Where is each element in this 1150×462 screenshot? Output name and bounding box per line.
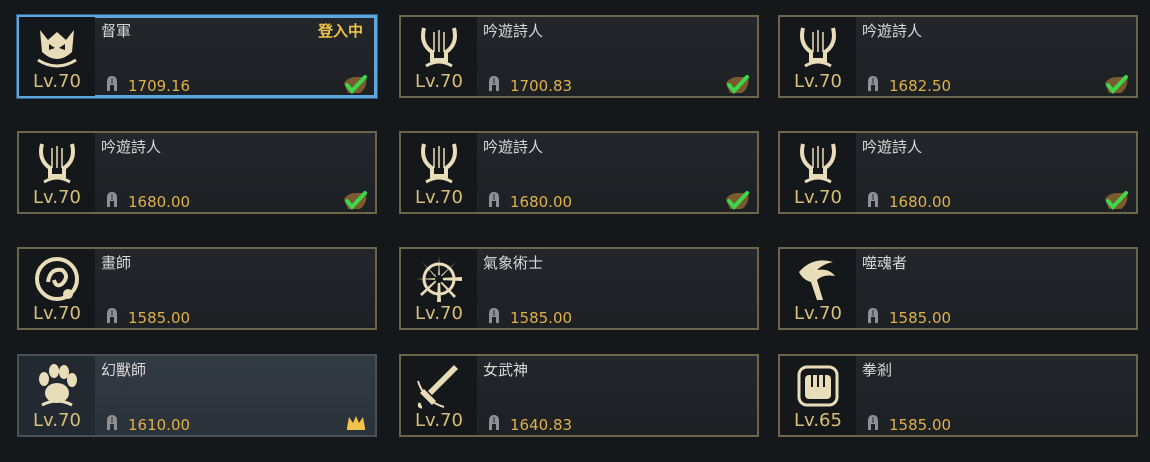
paint-swirl-icon — [35, 257, 79, 301]
item-level-helmet-icon — [868, 308, 878, 323]
completed-check-icon — [344, 75, 367, 95]
completed-check-icon — [1105, 191, 1128, 211]
warlord-helm-icon — [37, 30, 77, 68]
lyre-icon — [800, 143, 836, 184]
character-card[interactable]: Lv.70 督軍 1709.16 登入中 — [17, 15, 377, 98]
class-icon-box: Lv.70 — [401, 249, 477, 328]
level-label: Lv.70 — [33, 187, 81, 208]
item-level-value: 1585.00 — [128, 309, 191, 327]
item-level-helmet-icon — [489, 308, 499, 323]
item-level-value: 1680.00 — [510, 193, 573, 211]
level-label: Lv.70 — [415, 303, 463, 324]
item-level-value: 1585.00 — [889, 309, 952, 327]
character-card[interactable]: Lv.70 噬魂者 1585.00 — [778, 247, 1138, 330]
character-card[interactable]: Lv.70 吟遊詩人 1680.00 — [778, 131, 1138, 214]
lyre-icon — [800, 27, 836, 68]
scythe-icon — [799, 260, 835, 300]
lyre-icon — [421, 143, 457, 184]
item-level-helmet-icon — [868, 76, 878, 91]
character-card[interactable]: Lv.70 吟遊詩人 1680.00 — [17, 131, 377, 214]
class-name: 畫師 — [101, 254, 132, 272]
completed-check-icon — [726, 191, 749, 211]
item-level-helmet-icon — [489, 415, 499, 430]
class-name: 拳剎 — [862, 361, 893, 379]
class-icon-box: Lv.70 — [780, 133, 856, 212]
item-level-value: 1585.00 — [889, 416, 952, 434]
class-name: 督軍 — [101, 22, 132, 40]
completed-check-icon — [1105, 75, 1128, 95]
item-level-helmet-icon — [107, 308, 117, 323]
level-label: Lv.70 — [415, 71, 463, 92]
lyre-icon — [39, 143, 75, 184]
completed-check-icon — [726, 75, 749, 95]
class-icon-box: Lv.70 — [780, 249, 856, 328]
fist-icon — [797, 365, 839, 407]
class-icon-box: Lv.70 — [19, 133, 95, 212]
item-level-value: 1610.00 — [128, 416, 191, 434]
completed-check-icon — [344, 191, 367, 211]
class-icon-box: Lv.70 — [401, 133, 477, 212]
level-label: Lv.70 — [415, 187, 463, 208]
item-level-value: 1585.00 — [510, 309, 573, 327]
level-label: Lv.70 — [33, 71, 81, 92]
character-card[interactable]: Lv.70 畫師 1585.00 — [17, 247, 377, 330]
character-card[interactable]: Lv.65 拳剎 1585.00 — [778, 354, 1138, 437]
class-name: 女武神 — [483, 361, 529, 379]
item-level-helmet-icon — [107, 192, 117, 207]
character-card[interactable]: Lv.70 吟遊詩人 1682.50 — [778, 15, 1138, 98]
class-name: 氣象術士 — [483, 254, 544, 272]
class-name: 吟遊詩人 — [101, 138, 162, 156]
class-name: 吟遊詩人 — [862, 138, 923, 156]
item-level-helmet-icon — [489, 192, 499, 207]
level-label: Lv.70 — [794, 303, 842, 324]
class-icon-box: Lv.70 — [401, 17, 477, 96]
crown-icon — [347, 416, 365, 430]
compass-wheel-icon — [416, 256, 462, 302]
character-card[interactable]: Lv.70 吟遊詩人 1680.00 — [399, 131, 759, 214]
character-card[interactable]: Lv.70 女武神 1640.83 — [399, 354, 759, 437]
level-label: Lv.70 — [794, 187, 842, 208]
level-label: Lv.65 — [794, 410, 842, 431]
class-name: 吟遊詩人 — [862, 22, 923, 40]
character-card[interactable]: Lv.70 幻獸師 1610.00 — [17, 354, 377, 437]
beast-paw-icon — [39, 364, 77, 407]
item-level-helmet-icon — [868, 192, 878, 207]
item-level-value: 1700.83 — [510, 77, 573, 95]
item-level-value: 1680.00 — [128, 193, 191, 211]
item-level-helmet-icon — [107, 415, 117, 430]
item-level-helmet-icon — [489, 76, 499, 91]
class-icon-box: Lv.70 — [19, 249, 95, 328]
level-label: Lv.70 — [33, 303, 81, 324]
class-name: 幻獸師 — [101, 361, 147, 379]
item-level-helmet-icon — [107, 76, 117, 91]
item-level-value: 1680.00 — [889, 193, 952, 211]
level-label: Lv.70 — [415, 410, 463, 431]
class-icon-box: Lv.70 — [19, 356, 95, 435]
class-name: 吟遊詩人 — [483, 22, 544, 40]
character-card[interactable]: Lv.70 吟遊詩人 1700.83 — [399, 15, 759, 98]
character-card[interactable]: Lv.70 氣象術士 1585.00 — [399, 247, 759, 330]
class-icon-box: Lv.70 — [780, 17, 856, 96]
login-status-badge: 登入中 — [317, 22, 363, 40]
class-name: 噬魂者 — [862, 254, 908, 272]
lyre-icon — [421, 27, 457, 68]
item-level-value: 1682.50 — [889, 77, 952, 95]
item-level-helmet-icon — [868, 415, 878, 430]
item-level-value: 1640.83 — [510, 416, 573, 434]
class-name: 吟遊詩人 — [483, 138, 544, 156]
level-label: Lv.70 — [794, 71, 842, 92]
class-icon-box: Lv.70 — [19, 17, 95, 96]
class-icon-box: Lv.70 — [401, 356, 477, 435]
class-icon-box: Lv.65 — [780, 356, 856, 435]
item-level-value: 1709.16 — [128, 77, 191, 95]
level-label: Lv.70 — [33, 410, 81, 431]
sword-icon — [417, 365, 458, 409]
